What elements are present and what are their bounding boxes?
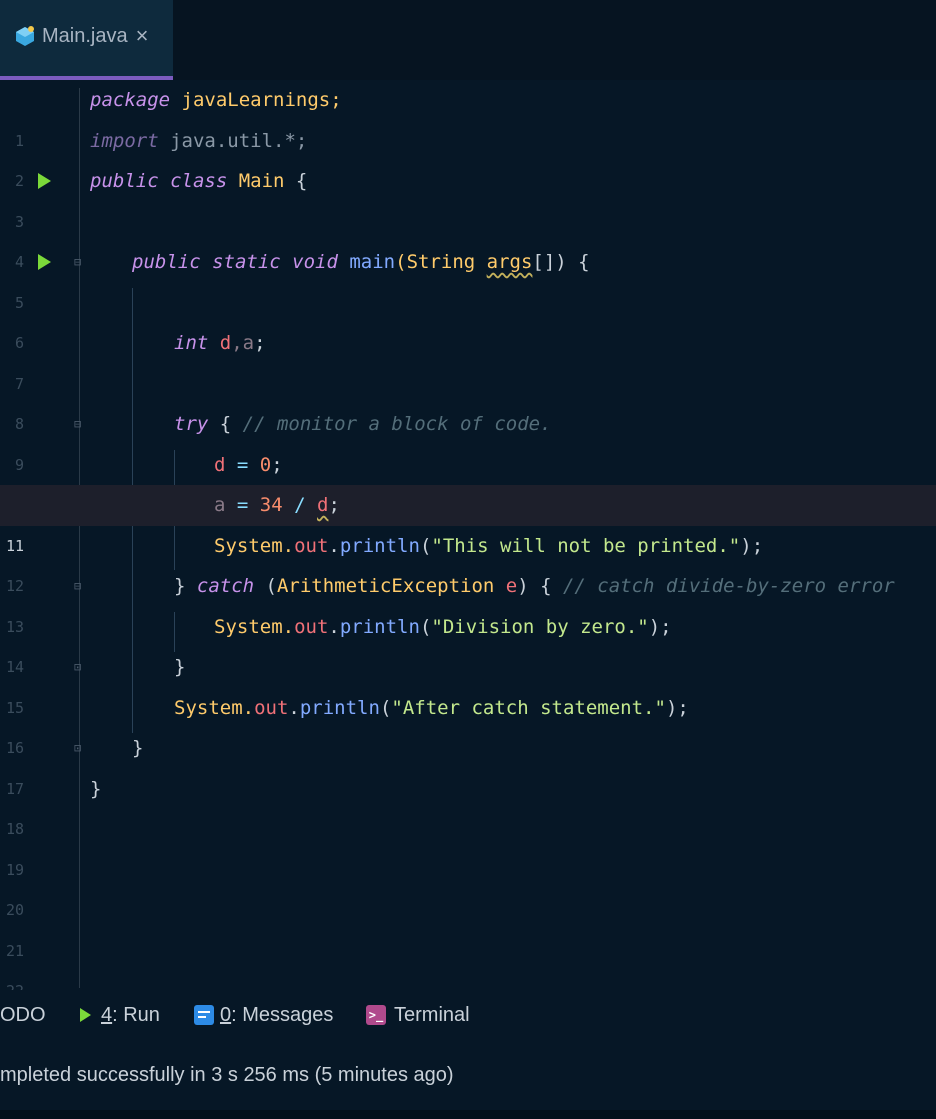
terminal-tool-button[interactable]: >_ Terminal bbox=[366, 990, 470, 1040]
tab-main-java[interactable]: Main.java × bbox=[0, 0, 173, 80]
code-line[interactable]: 8 bbox=[0, 364, 936, 433]
fold-end-icon[interactable]: ⊡ bbox=[74, 660, 85, 674]
code-line[interactable]: 12 System.out.println("This will not be … bbox=[0, 526, 936, 596]
code-line[interactable]: 4 bbox=[0, 202, 936, 271]
build-status-text[interactable]: mpleted successfully in 3 s 256 ms (5 mi… bbox=[0, 1064, 454, 1087]
editor-tab-bar: Main.java × bbox=[0, 0, 936, 80]
code-line[interactable]: 10 d = 0; bbox=[0, 445, 936, 515]
code-line[interactable]: 13 ⊟ } catch (ArithmeticException e) { /… bbox=[0, 566, 936, 636]
messages-tool-button[interactable]: 0: Messages bbox=[194, 990, 333, 1040]
code-line[interactable]: 20 bbox=[0, 850, 936, 919]
code-line[interactable]: 7 int d,a; bbox=[0, 323, 936, 393]
code-line[interactable]: 5 ⊟ public static void main(String args[… bbox=[0, 242, 936, 312]
code-line[interactable]: 9 ⊟ try { // monitor a block of code. bbox=[0, 404, 936, 474]
code-line[interactable]: 6 bbox=[0, 283, 936, 352]
code-line-current[interactable]: 11 a = 34 / d; bbox=[0, 485, 936, 555]
status-bar: mpleted successfully in 3 s 256 ms (5 mi… bbox=[0, 1040, 936, 1119]
code-line[interactable]: 21 bbox=[0, 890, 936, 960]
fold-icon[interactable]: ⊟ bbox=[74, 579, 85, 593]
code-editor[interactable]: 1 package javaLearnings; 2 import java.u… bbox=[0, 80, 936, 1000]
code-line[interactable]: 16 System.out.println("After catch state… bbox=[0, 688, 936, 758]
keyword: import bbox=[90, 129, 159, 152]
messages-icon bbox=[194, 1005, 214, 1025]
code-line[interactable]: 18 } bbox=[0, 769, 936, 839]
code-line[interactable]: 14 System.out.println("Division by zero.… bbox=[0, 607, 936, 677]
java-class-icon bbox=[16, 26, 34, 46]
run-gutter-icon[interactable] bbox=[38, 173, 51, 189]
run-icon bbox=[80, 1008, 91, 1022]
fold-end-icon[interactable]: ⊡ bbox=[74, 741, 85, 755]
code-line[interactable]: 17 ⊡ } bbox=[0, 728, 936, 798]
code-line[interactable]: 3 public class Main { bbox=[0, 161, 936, 231]
code-line[interactable]: 1 package javaLearnings; bbox=[0, 80, 936, 150]
code-line[interactable]: 19 bbox=[0, 809, 936, 879]
todo-tool-button[interactable]: ODO bbox=[0, 990, 46, 1040]
code-line[interactable]: 22 bbox=[0, 931, 936, 1000]
tab-label: Main.java bbox=[42, 24, 128, 47]
tool-window-bar: ODO 4: Run 0: Messages >_ Terminal bbox=[0, 990, 936, 1040]
keyword: package bbox=[90, 89, 171, 111]
code-line[interactable]: 15 ⊡ } bbox=[0, 647, 936, 717]
code-line[interactable]: 2 import java.util.*; bbox=[0, 121, 936, 191]
fold-icon[interactable]: ⊟ bbox=[74, 255, 85, 269]
fold-icon[interactable]: ⊟ bbox=[74, 417, 85, 431]
run-tool-button[interactable]: 4: Run bbox=[80, 990, 160, 1040]
close-icon[interactable]: × bbox=[136, 23, 149, 49]
run-gutter-icon[interactable] bbox=[38, 254, 51, 270]
terminal-icon: >_ bbox=[366, 1005, 386, 1025]
